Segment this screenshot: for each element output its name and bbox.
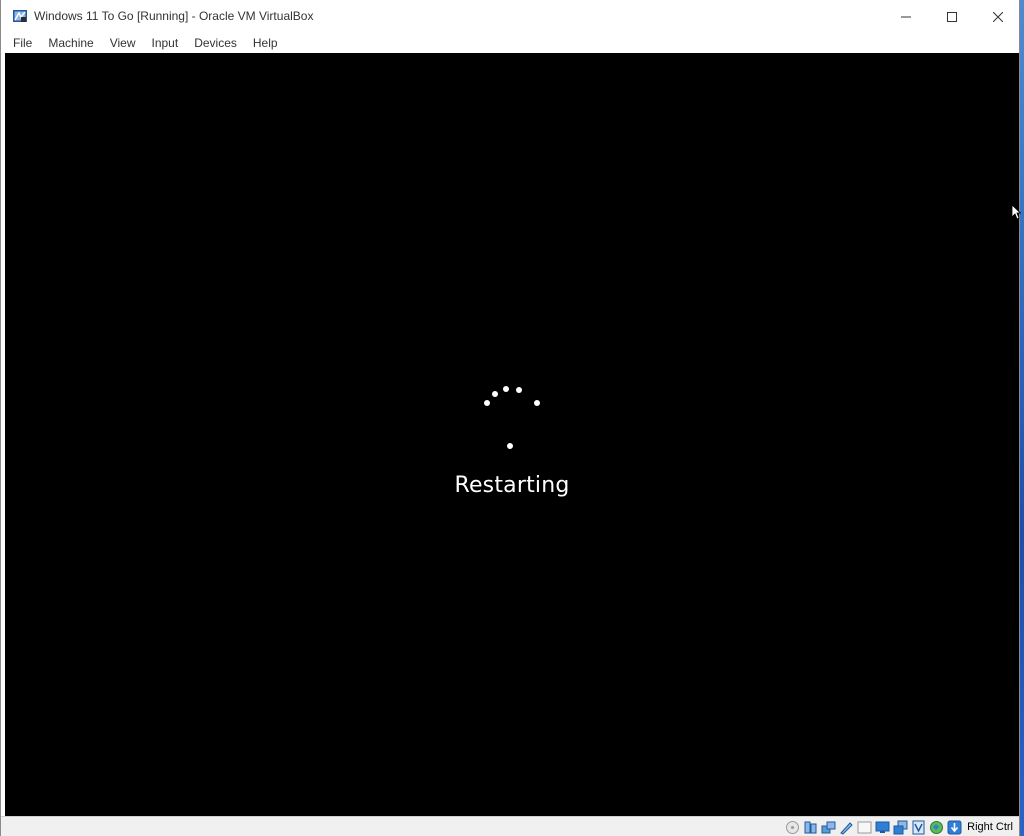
virtualbox-icon <box>13 10 27 22</box>
close-icon <box>993 11 1003 22</box>
menu-file[interactable]: File <box>8 33 37 53</box>
maximize-icon <box>947 11 957 22</box>
mouse-integration-icon[interactable] <box>928 819 945 836</box>
close-button[interactable] <box>975 0 1021 33</box>
status-bar: Right Ctrl <box>1 816 1019 836</box>
menu-devices[interactable]: Devices <box>189 33 242 53</box>
network-icon[interactable] <box>820 819 837 836</box>
keyboard-capture-icon[interactable] <box>946 819 963 836</box>
spinner-dot <box>516 387 522 393</box>
host-key-label[interactable]: Right Ctrl <box>967 821 1013 833</box>
vm-display[interactable]: Restarting <box>5 53 1019 816</box>
title-bar[interactable]: Windows 11 To Go [Running] - Oracle VM V… <box>1 0 1019 33</box>
menu-view[interactable]: View <box>105 33 141 53</box>
menu-input[interactable]: Input <box>147 33 184 53</box>
audio-icon[interactable] <box>802 819 819 836</box>
spinner-dot <box>484 400 490 406</box>
spinner-dot <box>492 391 498 397</box>
spinner-dot <box>507 443 513 449</box>
virtualbox-window: Windows 11 To Go [Running] - Oracle VM V… <box>0 0 1020 836</box>
display-icon[interactable] <box>874 819 891 836</box>
spinner-dot <box>503 386 509 392</box>
minimize-icon <box>901 16 911 17</box>
virtualization-icon[interactable] <box>910 819 927 836</box>
menu-help[interactable]: Help <box>248 33 283 53</box>
recording-icon[interactable] <box>892 819 909 836</box>
restarting-label: Restarting <box>454 473 570 498</box>
spinner-dot <box>534 400 540 406</box>
shared-folders-icon[interactable] <box>856 819 873 836</box>
usb-icon[interactable] <box>838 819 855 836</box>
window-title: Windows 11 To Go [Running] - Oracle VM V… <box>34 9 314 23</box>
optical-drive-icon[interactable] <box>784 819 801 836</box>
mouse-cursor-icon <box>1011 204 1021 220</box>
maximize-button[interactable] <box>929 0 975 33</box>
menu-machine[interactable]: Machine <box>43 33 98 53</box>
minimize-button[interactable] <box>883 0 929 33</box>
menu-bar: File Machine View Input Devices Help <box>1 33 1019 53</box>
